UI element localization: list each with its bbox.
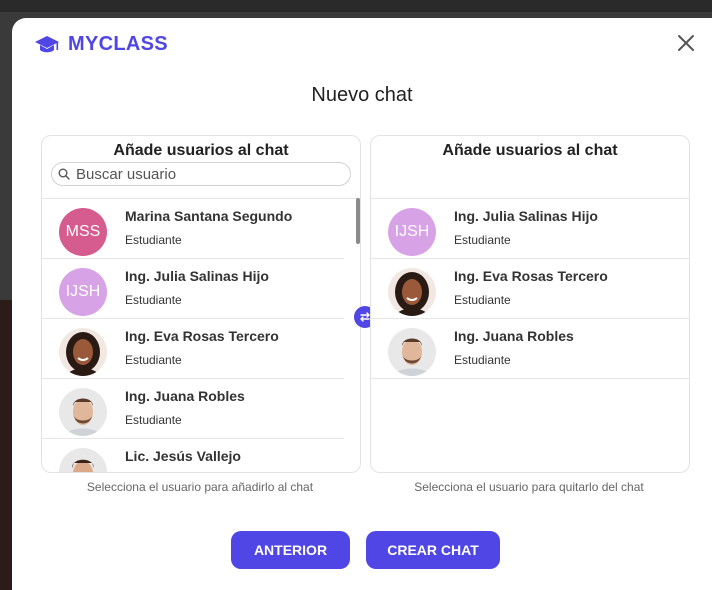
woman-photo-icon xyxy=(59,328,107,376)
selected-users-list: IJSH Ing. Julia Salinas Hijo Estudiante … xyxy=(371,199,689,472)
available-users-list: MSS Marina Santana Segundo Estudiante IJ… xyxy=(42,199,360,472)
user-role: Estudiante xyxy=(125,233,182,247)
man-avatar xyxy=(388,328,436,376)
list-item[interactable]: Ing. Juana Robles Estudiante xyxy=(42,379,344,439)
list-item[interactable]: MSS Marina Santana Segundo Estudiante xyxy=(42,199,344,259)
man-photo-icon xyxy=(388,328,436,376)
list-item[interactable]: Ing. Eva Rosas Tercero Estudiante xyxy=(371,259,689,319)
new-chat-modal: MYCLASS Nuevo chat Añade usuarios al cha… xyxy=(12,18,712,590)
panel-title: Añade usuarios al chat xyxy=(442,142,618,159)
user-name: Marina Santana Segundo xyxy=(125,208,293,224)
search-icon xyxy=(58,168,70,180)
scrollbar-thumb[interactable] xyxy=(356,198,360,244)
list-item[interactable]: IJSH Ing. Julia Salinas Hijo Estudiante xyxy=(371,199,689,259)
user-name: Ing. Juana Robles xyxy=(454,328,574,344)
remove-user-hint: Selecciona el usuario para quitarlo del … xyxy=(414,480,644,494)
list-item[interactable]: IJSH Ing. Julia Salinas Hijo Estudiante xyxy=(42,259,344,319)
user-role: Estudiante xyxy=(454,233,511,247)
panel-header: Añade usuarios al chat xyxy=(371,136,689,199)
list-item[interactable]: Ing. Juana Robles Estudiante xyxy=(371,319,689,379)
avatar: IJSH xyxy=(388,208,436,256)
woman-photo-icon xyxy=(388,268,436,316)
previous-button[interactable]: ANTERIOR xyxy=(231,531,350,569)
available-users-panel: Añade usuarios al chat MSS Marina Santan… xyxy=(41,135,361,473)
selected-users-panel: Añade usuarios al chat IJSH Ing. Julia S… xyxy=(370,135,690,473)
search-box[interactable] xyxy=(51,162,351,186)
list-item[interactable]: Lic. Jesús Vallejo Estudiante xyxy=(42,439,344,472)
user-name: Ing. Julia Salinas Hijo xyxy=(454,208,598,224)
man-avatar xyxy=(59,388,107,436)
create-chat-button[interactable]: CREAR CHAT xyxy=(366,531,500,569)
brand-name: MYCLASS xyxy=(68,33,168,55)
user-role: Estudiante xyxy=(125,293,182,307)
panel-title: Añade usuarios al chat xyxy=(113,142,289,159)
user-role: Estudiante xyxy=(125,353,182,367)
user-role: Estudiante xyxy=(125,413,182,427)
close-icon[interactable] xyxy=(676,33,696,53)
search-input[interactable] xyxy=(76,165,336,183)
modal-title: Nuevo chat xyxy=(311,84,413,106)
user-name: Ing. Eva Rosas Tercero xyxy=(125,328,279,344)
graduation-cap-icon xyxy=(35,35,59,52)
avatar: MSS xyxy=(59,208,107,256)
add-user-hint: Selecciona el usuario para añadirlo al c… xyxy=(86,480,314,494)
woman-avatar xyxy=(59,328,107,376)
woman-avatar xyxy=(388,268,436,316)
user-name: Ing. Eva Rosas Tercero xyxy=(454,268,608,284)
user-name: Lic. Jesús Vallejo xyxy=(125,448,241,464)
man-photo-icon xyxy=(59,448,107,472)
man-photo-icon xyxy=(59,388,107,436)
list-item[interactable]: Ing. Eva Rosas Tercero Estudiante xyxy=(42,319,344,379)
user-name: Ing. Juana Robles xyxy=(125,388,245,404)
avatar: IJSH xyxy=(59,268,107,316)
background-top xyxy=(0,0,712,12)
brand: MYCLASS xyxy=(34,33,168,56)
panel-header: Añade usuarios al chat xyxy=(42,136,360,199)
user-role: Estudiante xyxy=(454,353,511,367)
user-role: Estudiante xyxy=(454,293,511,307)
user-name: Ing. Julia Salinas Hijo xyxy=(125,268,269,284)
man-avatar xyxy=(59,448,107,472)
